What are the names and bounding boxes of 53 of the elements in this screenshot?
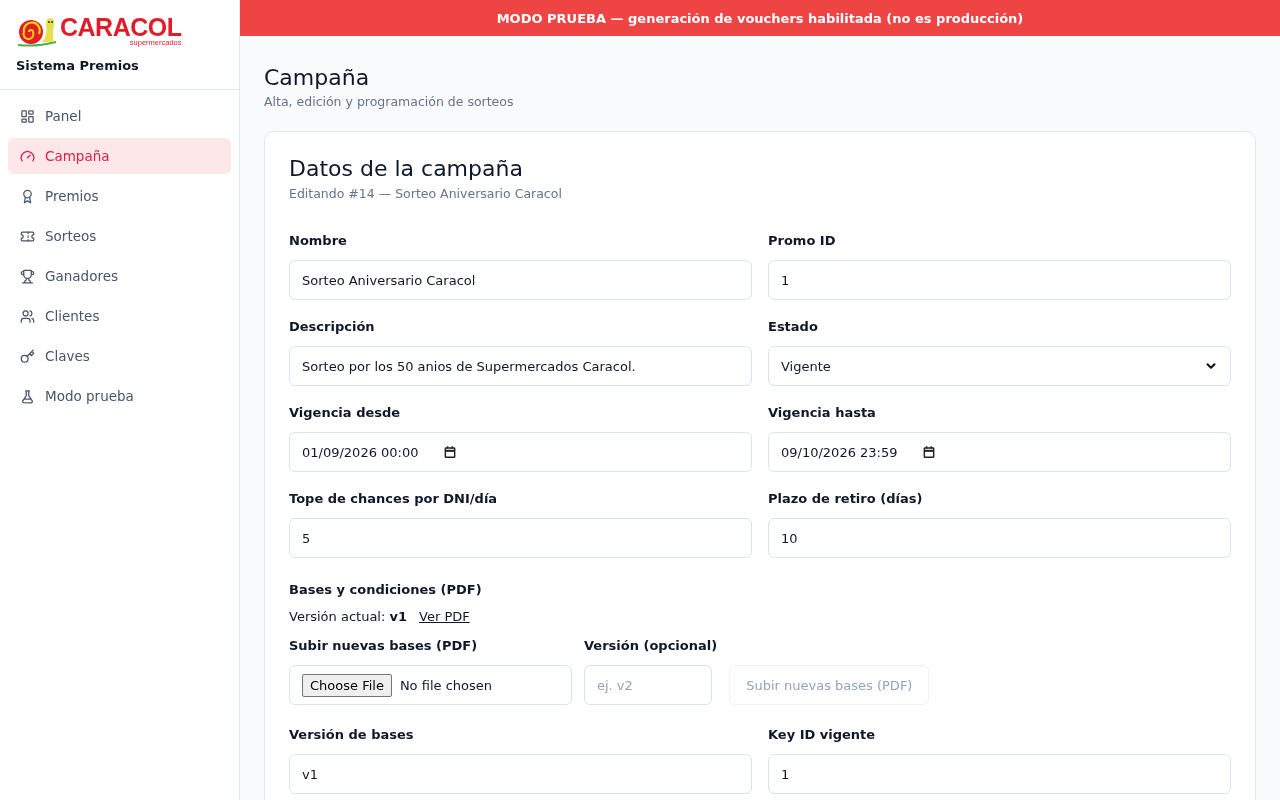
ticket-icon: [20, 228, 35, 244]
calendar-icon[interactable]: [442, 445, 457, 459]
nav-item[interactable]: Sorteos: [8, 218, 231, 254]
field-label: Versión de bases: [289, 726, 415, 744]
users-icon: [20, 308, 35, 324]
field-label: Tope de chances por DNI/día: [289, 490, 499, 508]
field-label: Promo ID: [768, 232, 837, 250]
text-field[interactable]: 10: [768, 518, 1231, 558]
choose-file-button[interactable]: Choose File: [302, 673, 392, 697]
field-label: Vigencia hasta: [768, 404, 877, 422]
file-status: No file chosen: [399, 677, 493, 693]
datetime-field[interactable]: 01/09/2026 00:00: [289, 432, 752, 472]
field-label: Estado: [768, 318, 819, 336]
page-title: Campaña: [264, 64, 371, 92]
gauge-icon: [20, 148, 35, 164]
field-label: Plazo de retiro (días): [768, 490, 924, 508]
field-label: Nombre: [289, 232, 348, 250]
calendar-icon[interactable]: [921, 445, 936, 459]
nav-item[interactable]: Modo prueba: [8, 378, 231, 414]
field-label: Subir nuevas bases (PDF): [289, 637, 479, 655]
nav-item[interactable]: Clientes: [8, 298, 231, 334]
datetime-field[interactable]: 09/10/2026 23:59: [768, 432, 1231, 472]
grid-icon: [20, 108, 35, 124]
text-field[interactable]: 1: [768, 260, 1231, 300]
nav-item[interactable]: Premios: [8, 178, 231, 214]
page-subtitle: Alta, edición y programación de sorteos: [264, 94, 515, 109]
app-name: Sistema Premios: [16, 58, 140, 73]
flask-icon: [20, 388, 35, 404]
trophy-icon: [20, 268, 35, 284]
field-label: Descripción: [289, 318, 376, 336]
award-icon: [20, 188, 35, 204]
text-field[interactable]: 5: [289, 518, 752, 558]
text-field[interactable]: v1: [289, 754, 752, 794]
file-input[interactable]: Choose File No file chosen: [289, 665, 572, 705]
current-version: Versión actual: v1: [289, 609, 408, 624]
field-label: Versión (opcional): [584, 637, 718, 655]
nav-item[interactable]: Ganadores: [8, 258, 231, 294]
nav-item[interactable]: Panel: [8, 98, 231, 134]
text-field[interactable]: 1: [768, 754, 1231, 794]
nav-item[interactable]: Campaña: [8, 138, 231, 174]
view-pdf-link[interactable]: Ver PDF: [419, 609, 470, 624]
status-dropdown[interactable]: Vigente: [768, 346, 1231, 386]
text-field[interactable]: Sorteo Aniversario Caracol: [289, 260, 752, 300]
section-label: Bases y condiciones (PDF): [289, 581, 483, 599]
field-label: Vigencia desde: [289, 404, 402, 422]
nav-item[interactable]: Claves: [8, 338, 231, 374]
card-subtitle: Editando #14 — Sorteo Aniversario Caracol: [289, 186, 563, 201]
brand-name: CARACOL: [60, 15, 182, 39]
test-mode-banner: MODO PRUEBA — generación de vouchers habilitada (no es producción): [240, 0, 1280, 36]
card-title: Datos de la campaña: [289, 155, 524, 183]
field-label: Key ID vigente: [768, 726, 877, 744]
text-field[interactable]: Sorteo por los 50 anios de Supermercados Caracol.: [289, 346, 752, 386]
key-icon: [20, 348, 35, 364]
